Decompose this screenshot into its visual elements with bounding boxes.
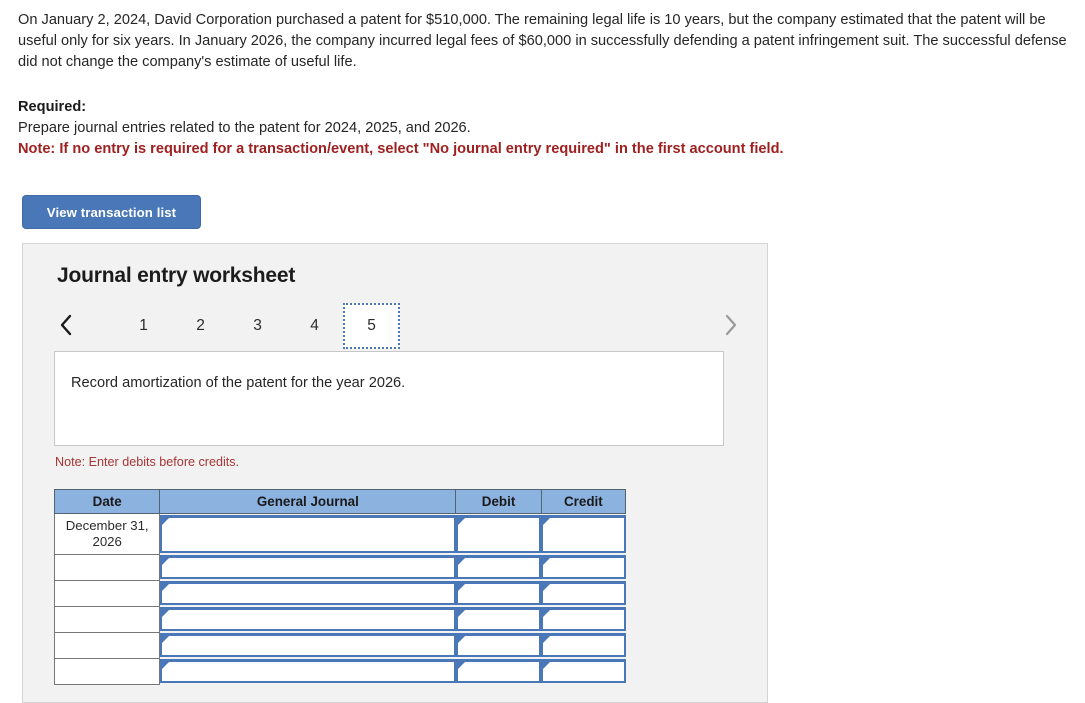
table-row xyxy=(53,605,626,633)
table-row xyxy=(53,579,626,607)
cell-general-journal[interactable] xyxy=(159,513,456,554)
cell-credit[interactable] xyxy=(541,580,626,606)
worksheet-tab-1[interactable]: 1 xyxy=(115,303,172,349)
credit-input[interactable] xyxy=(541,515,626,553)
chevron-left-icon[interactable] xyxy=(53,309,79,341)
cell-general-journal[interactable] xyxy=(159,658,456,684)
debit-input[interactable] xyxy=(455,581,542,605)
cell-date xyxy=(53,579,161,607)
credit-input[interactable] xyxy=(541,607,626,631)
required-section: Required: Prepare journal entries relate… xyxy=(18,97,1073,160)
column-header-debit: Debit xyxy=(455,489,542,514)
cell-credit[interactable] xyxy=(541,658,626,684)
column-header-credit: Credit xyxy=(540,489,627,514)
credit-input[interactable] xyxy=(541,581,626,605)
required-instruction: Prepare journal entries related to the p… xyxy=(18,120,471,136)
required-note: Note: If no entry is required for a tran… xyxy=(18,141,784,157)
account-select[interactable] xyxy=(160,659,456,683)
cell-debit[interactable] xyxy=(455,513,542,554)
credit-input[interactable] xyxy=(541,555,626,579)
cell-general-journal[interactable] xyxy=(159,606,456,632)
cell-credit[interactable] xyxy=(541,554,626,580)
worksheet-tab-strip: 1 2 3 4 5 xyxy=(53,303,743,349)
cell-credit[interactable] xyxy=(541,606,626,632)
table-row xyxy=(53,553,626,581)
account-select[interactable] xyxy=(160,515,456,553)
journal-entry-worksheet-panel: Journal entry worksheet 1 2 3 4 5 Record… xyxy=(22,243,768,703)
cell-debit[interactable] xyxy=(455,554,542,580)
cell-date xyxy=(53,631,161,659)
journal-entry-table: Date General Journal Debit Credit Decemb… xyxy=(53,489,627,685)
view-transaction-list-button[interactable]: View transaction list xyxy=(22,195,201,229)
worksheet-tab-3[interactable]: 3 xyxy=(229,303,286,349)
worksheet-tab-2[interactable]: 2 xyxy=(172,303,229,349)
account-select[interactable] xyxy=(160,633,456,657)
debit-input[interactable] xyxy=(455,659,542,683)
table-row: December 31, 2026 xyxy=(53,513,626,555)
cell-credit[interactable] xyxy=(541,513,626,554)
cell-date xyxy=(53,605,161,633)
debit-input[interactable] xyxy=(455,607,542,631)
worksheet-tabs: 1 2 3 4 5 xyxy=(115,303,400,349)
credit-input[interactable] xyxy=(541,659,626,683)
cell-date xyxy=(53,657,161,685)
cell-debit[interactable] xyxy=(455,632,542,658)
worksheet-tab-4[interactable]: 4 xyxy=(286,303,343,349)
cell-general-journal[interactable] xyxy=(159,554,456,580)
cell-date: December 31, 2026 xyxy=(53,513,161,555)
column-header-date: Date xyxy=(53,489,161,514)
account-select[interactable] xyxy=(160,607,456,631)
debit-input[interactable] xyxy=(455,555,542,579)
transaction-description-text: Record amortization of the patent for th… xyxy=(71,375,406,391)
debit-input[interactable] xyxy=(455,515,542,553)
column-header-general-journal: General Journal xyxy=(159,489,457,514)
cell-debit[interactable] xyxy=(455,606,542,632)
cell-general-journal[interactable] xyxy=(159,580,456,606)
table-header-row: Date General Journal Debit Credit xyxy=(53,489,627,514)
cell-general-journal[interactable] xyxy=(159,632,456,658)
credit-input[interactable] xyxy=(541,633,626,657)
problem-statement: On January 2, 2024, David Corporation pu… xyxy=(18,12,1067,70)
cell-date xyxy=(53,553,161,581)
account-select[interactable] xyxy=(160,581,456,605)
transaction-description-box: Record amortization of the patent for th… xyxy=(54,351,724,446)
cell-credit[interactable] xyxy=(541,632,626,658)
table-row xyxy=(53,631,626,659)
cell-debit[interactable] xyxy=(455,658,542,684)
account-select[interactable] xyxy=(160,555,456,579)
debit-input[interactable] xyxy=(455,633,542,657)
required-heading: Required: xyxy=(18,99,87,115)
table-row xyxy=(53,657,626,685)
debits-before-credits-note: Note: Enter debits before credits. xyxy=(55,455,240,469)
chevron-right-icon[interactable] xyxy=(717,309,743,341)
worksheet-tab-5[interactable]: 5 xyxy=(343,303,400,349)
worksheet-title: Journal entry worksheet xyxy=(57,264,296,287)
cell-debit[interactable] xyxy=(455,580,542,606)
